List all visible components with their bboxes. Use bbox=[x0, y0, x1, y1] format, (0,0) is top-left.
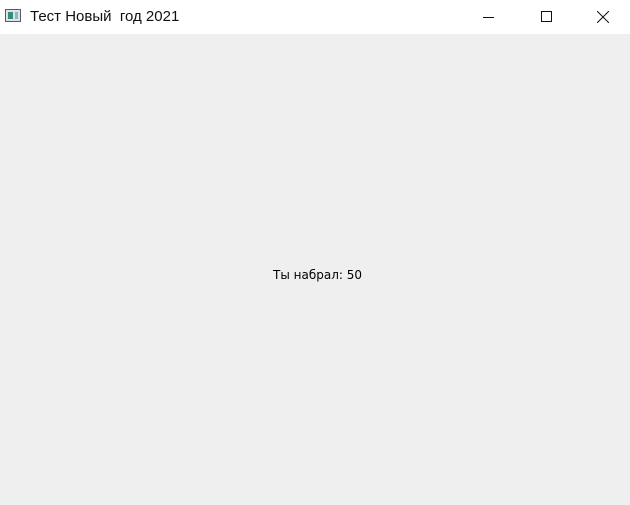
app-window: Тест Новый год 2021 Ты набрал: 50 bbox=[0, 0, 630, 505]
window-title: Тест Новый год 2021 bbox=[30, 8, 180, 25]
maximize-icon bbox=[541, 11, 552, 22]
title-bar[interactable]: Тест Новый год 2021 bbox=[0, 0, 630, 34]
main-content: Ты набрал: 50 bbox=[0, 34, 630, 505]
app-window-icon[interactable] bbox=[5, 9, 21, 22]
minimize-button[interactable] bbox=[460, 0, 518, 34]
minimize-icon bbox=[483, 17, 494, 18]
close-button[interactable] bbox=[576, 0, 630, 34]
maximize-button[interactable] bbox=[518, 0, 576, 34]
score-result-label: Ты набрал: 50 bbox=[273, 268, 362, 282]
close-icon bbox=[597, 11, 609, 23]
